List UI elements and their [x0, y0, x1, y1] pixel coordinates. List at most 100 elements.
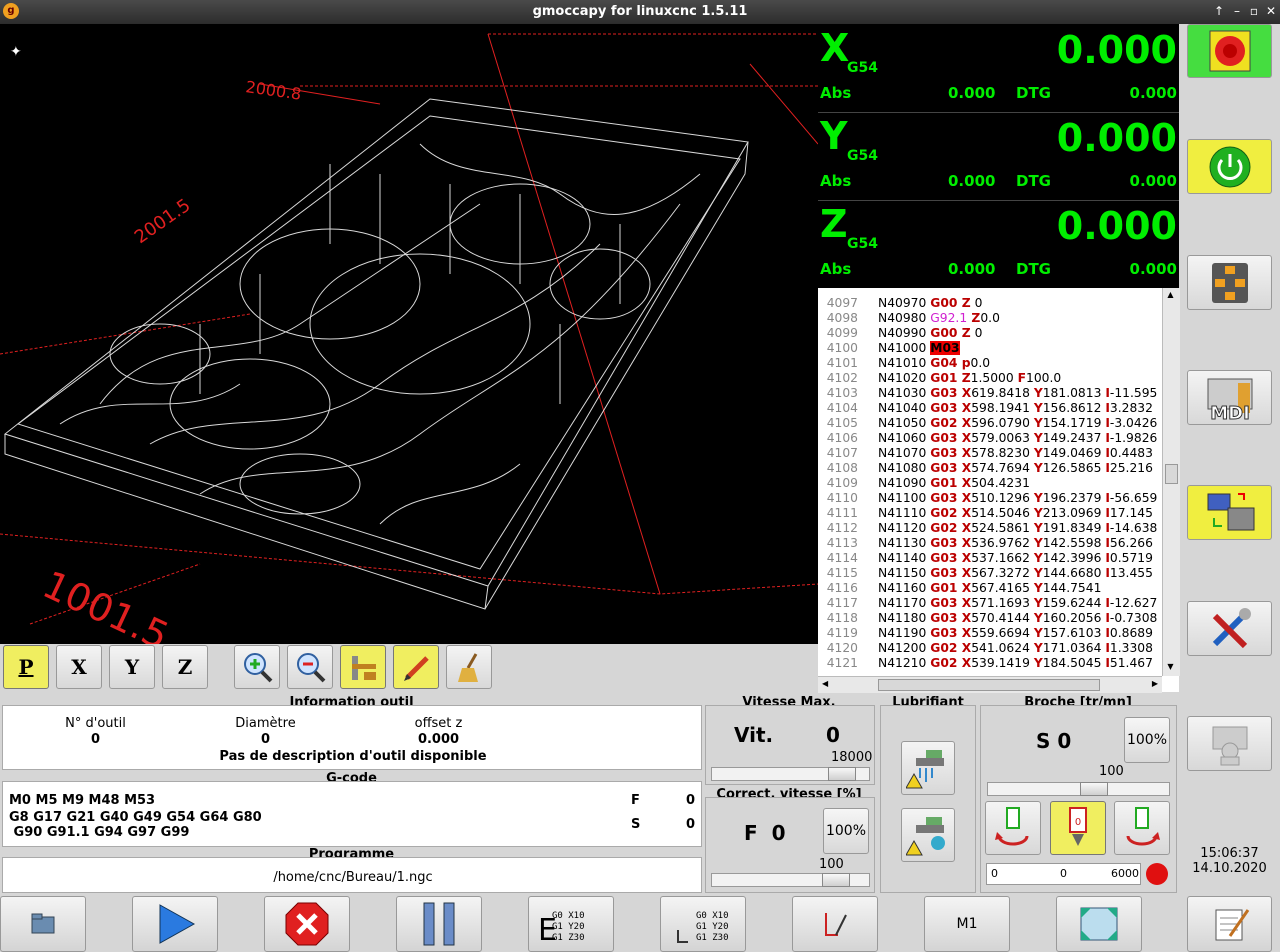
gcode-line[interactable]: 4112 N41120 G02 X524.5861 Y191.8349 I-14.…	[818, 521, 1162, 536]
spindle-override-reset-button[interactable]: 100%	[1124, 717, 1170, 763]
gcode-line[interactable]: 4103 N41030 G03 X619.8418 Y181.0813 I-11.…	[818, 386, 1162, 401]
open-file-button[interactable]	[0, 896, 86, 952]
zoom-in-button[interactable]	[234, 645, 280, 689]
show-tool-path-button[interactable]	[393, 645, 439, 689]
gcode-line[interactable]: 4121 N41210 G02 X539.1419 Y184.5045 I51.4…	[818, 656, 1162, 671]
fullscreen-button[interactable]	[1056, 896, 1142, 952]
slider-knob[interactable]	[828, 767, 856, 781]
gcode-line[interactable]: 4117 N41170 G03 X571.1693 Y159.6244 I-12.…	[818, 596, 1162, 611]
gcode-token: G01	[930, 371, 958, 385]
slider-knob[interactable]	[822, 873, 850, 887]
gcode-viewer[interactable]: 4097 N40970 G00 Z 0 4098 N40980 G92.1 Z0.0 4…	[818, 288, 1180, 693]
gcode-line[interactable]: 4114 N41140 G03 X537.1662 Y142.3996 I0.57…	[818, 551, 1162, 566]
gcode-line[interactable]: 4101 N41010 G04 p0.0	[818, 356, 1162, 371]
view-y-label: Y	[124, 655, 140, 679]
spindle-override-slider[interactable]	[987, 782, 1170, 796]
gcode-line-number: 4120	[826, 641, 858, 655]
run-button[interactable]	[132, 896, 218, 952]
gcode-line[interactable]: 4099 N40990 G00 Z 0	[818, 326, 1162, 341]
gcode-line[interactable]: 4120 N41200 G02 X541.0624 Y171.0364 I1.33…	[818, 641, 1162, 656]
gcode-line[interactable]: 4119 N41190 G03 X559.6694 Y157.6103 I0.86…	[818, 626, 1162, 641]
dro-dtg-value: 0.000	[1129, 260, 1177, 278]
gcode-token: Y	[1033, 416, 1043, 430]
scroll-left-icon[interactable]: ◀	[822, 679, 828, 688]
gcode-line[interactable]: 4100 N41000 M03	[818, 341, 1162, 356]
zoom-in-icon	[244, 653, 273, 683]
gcode-line[interactable]: 4111 N41110 G02 X514.5046 Y213.0969 I17.1…	[818, 506, 1162, 521]
pause-button[interactable]	[396, 896, 482, 952]
gcode-line[interactable]: 4116 N41160 G01 X567.4165 Y144.7541	[818, 581, 1162, 596]
run-from-line-button[interactable]: G0 X10 G1 Y20 G1 Z30	[660, 896, 746, 952]
dro-x[interactable]: X G54 0.000 Abs 0.000 DTG 0.000	[818, 24, 1179, 113]
gcode-line[interactable]: 4102 N41020 G01 Z1.5000 F100.0	[818, 371, 1162, 386]
gcode-vertical-scrollbar[interactable]: ▲ ▼	[1162, 288, 1180, 676]
gcode-line[interactable]: 4098 N40980 G92.1 Z0.0	[818, 311, 1162, 326]
window-minimize-button[interactable]: –	[1229, 3, 1245, 19]
gcode-line[interactable]: 4106 N41060 G03 X579.0063 Y149.2437 I-1.9…	[818, 431, 1162, 446]
view-p-button[interactable]: P	[3, 645, 49, 689]
gcode-line[interactable]: 4097 N40970 G00 Z 0	[818, 296, 1162, 311]
spindle-cw-button[interactable]	[985, 801, 1041, 855]
gcode-line[interactable]: 4113 N41130 G03 X536.9762 Y142.5598 I56.2…	[818, 536, 1162, 551]
edit-button[interactable]	[1187, 896, 1272, 952]
scroll-up-icon[interactable]: ▲	[1165, 290, 1176, 300]
spindle-stop-button[interactable]: 0	[1050, 801, 1106, 855]
estop-button[interactable]	[1187, 24, 1272, 78]
window-maximize-button[interactable]: ▫	[1246, 3, 1262, 19]
gcode-line-number: 4106	[826, 431, 858, 445]
gcode-line[interactable]: 4109 N41090 G01 X504.4231	[818, 476, 1162, 491]
zoom-out-button[interactable]	[287, 645, 333, 689]
offset-z-value: 0.000	[417, 732, 460, 747]
gcode-token: 598.1941	[971, 401, 1034, 415]
step-button[interactable]: E G0 X10 G1 Y20 G1 Z30	[528, 896, 614, 952]
dro-coord-system: G54	[847, 60, 878, 76]
spindle-ccw-button[interactable]	[1114, 801, 1170, 855]
dro-y[interactable]: Y G54 0.000 Abs 0.000 DTG 0.000	[818, 112, 1179, 201]
gcode-token: 536.9762	[971, 536, 1034, 550]
view-x-button[interactable]: X	[56, 645, 102, 689]
clear-plot-button[interactable]	[446, 645, 492, 689]
view-y-button[interactable]: Y	[109, 645, 155, 689]
scroll-down-icon[interactable]: ▼	[1165, 662, 1176, 672]
window-raise-button[interactable]: ↑	[1211, 3, 1227, 19]
window-close-button[interactable]: ✕	[1263, 3, 1279, 19]
mdi-mode-button[interactable]: MDI	[1187, 370, 1272, 425]
manual-mode-button[interactable]	[1187, 255, 1272, 310]
gcode-line[interactable]: 4115 N41150 G03 X567.3272 Y144.6680 I13.4…	[818, 566, 1162, 581]
user-tabs-button[interactable]	[1187, 716, 1272, 771]
hscroll-thumb[interactable]	[878, 679, 1100, 691]
auto-mode-button[interactable]	[1187, 485, 1272, 540]
scroll-right-icon[interactable]: ▶	[1152, 679, 1158, 688]
gcode-line[interactable]: 4110 N41100 G03 X510.1296 Y196.2379 I-56.…	[818, 491, 1162, 506]
view-z-button[interactable]: Z	[162, 645, 208, 689]
scroll-thumb[interactable]	[1165, 464, 1178, 484]
gcode-line[interactable]: 4108 N41080 G03 X574.7694 Y126.5865 I25.2…	[818, 461, 1162, 476]
dro-abs-label: Abs	[820, 260, 852, 278]
slider-knob[interactable]	[1080, 782, 1108, 796]
gcode-line[interactable]: 4118 N41180 G03 X570.4144 Y160.2056 I-0.7…	[818, 611, 1162, 626]
dro-dtg-value: 0.000	[1129, 84, 1177, 102]
gcode-token: M03	[930, 341, 960, 355]
gcode-token: G00	[930, 326, 958, 340]
machine-power-button[interactable]	[1187, 139, 1272, 194]
feed-override-slider[interactable]	[711, 873, 870, 887]
max-velocity-max: 18000	[831, 750, 873, 765]
gcode-line[interactable]: 4107 N41070 G03 X578.8230 Y149.0469 I0.44…	[818, 446, 1162, 461]
show-dimensions-button[interactable]	[340, 645, 386, 689]
toolpath-preview[interactable]: 2000.8 2001.5 1001.5 ✦	[0, 24, 818, 644]
dro-z[interactable]: Z G54 0.000 Abs 0.000 DTG 0.000	[818, 200, 1179, 289]
gcode-token: N41160	[878, 581, 931, 595]
optional-block-button[interactable]	[792, 896, 878, 952]
dro-coord-system: G54	[847, 148, 878, 164]
stop-button[interactable]	[264, 896, 350, 952]
max-velocity-slider[interactable]	[711, 767, 870, 781]
settings-button[interactable]	[1187, 601, 1272, 656]
gcode-token: X	[957, 551, 972, 565]
gcode-horizontal-scrollbar[interactable]: ◀ ▶	[818, 676, 1162, 693]
feed-override-reset-button[interactable]: 100%	[823, 808, 869, 854]
mist-coolant-button[interactable]	[901, 808, 955, 862]
gcode-line[interactable]: 4105 N41050 G02 X596.0790 Y154.1719 I-3.0…	[818, 416, 1162, 431]
m1-button[interactable]: M1	[924, 896, 1010, 952]
flood-coolant-button[interactable]	[901, 741, 955, 795]
gcode-line[interactable]: 4104 N41040 G03 X598.1941 Y156.8612 I3.28…	[818, 401, 1162, 416]
